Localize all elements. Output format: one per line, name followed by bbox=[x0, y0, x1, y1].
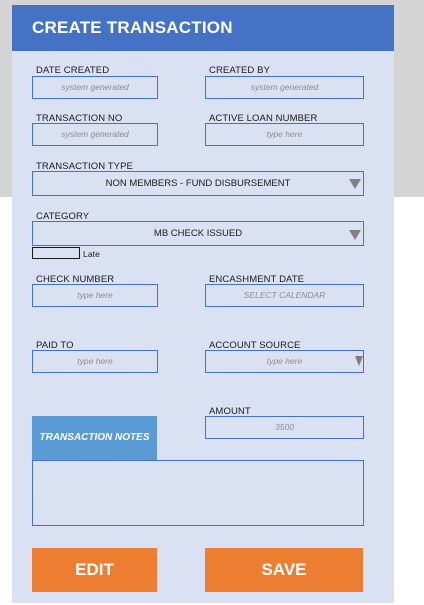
edit-button[interactable]: EDIT bbox=[32, 548, 157, 592]
paid-to-input[interactable]: type here bbox=[32, 350, 158, 373]
page-title: CREATE TRANSACTION bbox=[12, 5, 394, 51]
date-created-field: system generated bbox=[32, 76, 158, 99]
chevron-down-icon[interactable] bbox=[355, 356, 363, 366]
encashment-date-picker[interactable]: SELECT CALENDAR bbox=[205, 284, 364, 307]
amount-input[interactable]: 3500 bbox=[205, 416, 364, 439]
category-value: MB CHECK ISSUED bbox=[153, 228, 243, 239]
active-loan-number-input[interactable]: type here bbox=[205, 123, 364, 146]
late-checkbox[interactable] bbox=[32, 247, 80, 259]
transaction-type-value: NON MEMBERS - FUND DISBURSEMENT bbox=[105, 178, 291, 189]
created-by-label: CREATED BY bbox=[209, 65, 271, 76]
transaction-type-dropdown[interactable]: NON MEMBERS - FUND DISBURSEMENT bbox=[32, 171, 364, 196]
category-dropdown[interactable]: MB CHECK ISSUED bbox=[32, 221, 364, 246]
chevron-down-icon[interactable] bbox=[349, 179, 361, 189]
save-button[interactable]: SAVE bbox=[205, 548, 363, 592]
transaction-notes-textarea[interactable] bbox=[32, 460, 364, 526]
created-by-field: system generated bbox=[205, 76, 364, 99]
transaction-no-field: system generated bbox=[32, 123, 158, 146]
date-created-label: DATE CREATED bbox=[36, 65, 110, 76]
check-number-input[interactable]: type here bbox=[32, 284, 158, 307]
chevron-down-icon[interactable] bbox=[349, 230, 361, 240]
late-label: Late bbox=[83, 249, 100, 259]
account-source-dropdown[interactable]: type here bbox=[205, 350, 364, 373]
transaction-notes-header: TRANSACTION NOTES bbox=[32, 416, 157, 460]
